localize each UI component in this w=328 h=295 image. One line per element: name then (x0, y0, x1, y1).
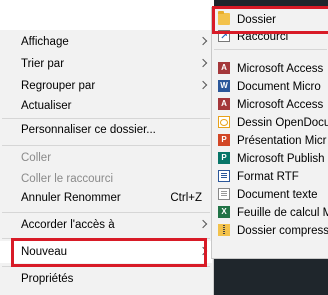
menu-item-coller: Coller (0, 147, 212, 169)
chevron-right-icon (198, 219, 208, 229)
submenu-item-label: Microsoft Access (237, 62, 324, 75)
submenu-item-access-1[interactable]: A Microsoft Access (212, 60, 328, 77)
submenu-item-access-2[interactable]: A Microsoft Access (212, 96, 328, 113)
menu-item-personnaliser[interactable]: Personnaliser ce dossier... (0, 119, 212, 141)
submenu-item-label: Microsoft Access (237, 98, 324, 111)
menu-item-label: Actualiser (21, 100, 72, 112)
submenu-item-label: Dessin OpenDocu (237, 116, 328, 129)
menu-item-label: Regrouper par (21, 80, 96, 92)
menu-item-regrouper-par[interactable]: Regrouper par (0, 75, 212, 97)
zip-folder-icon (218, 224, 230, 236)
submenu-item-publisher[interactable]: P Microsoft Publish (212, 150, 328, 167)
menu-item-actualiser[interactable]: Actualiser (0, 95, 212, 117)
menu-separator (2, 212, 210, 213)
submenu-item-powerpoint[interactable]: P Présentation Micr (212, 132, 328, 149)
access-icon: A (218, 62, 230, 74)
menu-top-band (0, 0, 214, 30)
submenu-item-excel[interactable]: X Feuille de calcul M (212, 204, 328, 221)
menu-item-label: Propriétés (21, 273, 74, 285)
submenu-item-text-document[interactable]: Document texte (212, 186, 328, 203)
submenu-item-rtf[interactable]: Format RTF (212, 168, 328, 185)
highlight-box-dossier (212, 6, 328, 34)
rtf-icon (218, 170, 230, 182)
submenu-item-label: Feuille de calcul M (237, 206, 328, 219)
chevron-right-icon (198, 36, 208, 46)
excel-icon: X (218, 206, 230, 218)
menu-item-proprietes[interactable]: Propriétés (0, 268, 212, 290)
menu-separator (2, 145, 210, 146)
submenu-item-label: Document texte (237, 188, 318, 201)
highlight-box-nouveau (11, 238, 207, 267)
access-icon: A (218, 98, 230, 110)
submenu-item-label: Présentation Micr (237, 134, 327, 147)
new-submenu: Dossier Raccourci A Microsoft Access W D… (211, 7, 328, 259)
submenu-item-opendocument-drawing[interactable]: Dessin OpenDocu (212, 114, 328, 131)
menu-item-shortcut: Ctrl+Z (170, 192, 202, 204)
publisher-icon: P (218, 152, 230, 164)
powerpoint-icon: P (218, 134, 230, 146)
menu-item-label: Accorder l'accès à (21, 219, 115, 231)
submenu-item-label: Microsoft Publish (237, 152, 325, 165)
submenu-item-label: Format RTF (237, 170, 299, 183)
menu-item-label: Coller (21, 152, 52, 164)
submenu-item-word[interactable]: W Document Micro (212, 78, 328, 95)
menu-item-trier-par[interactable]: Trier par (0, 53, 212, 75)
submenu-item-label: Document Micro (237, 80, 321, 93)
menu-item-label: Trier par (21, 58, 65, 70)
menu-item-label: Annuler Renommer (21, 192, 121, 204)
menu-item-accorder-acces[interactable]: Accorder l'accès à (0, 214, 212, 236)
chevron-right-icon (198, 80, 208, 90)
menu-item-annuler-renommer[interactable]: Annuler Renommer Ctrl+Z (0, 187, 212, 209)
menu-item-label: Personnaliser ce dossier... (21, 124, 156, 136)
opendocument-drawing-icon (218, 116, 230, 128)
submenu-separator (214, 49, 327, 50)
text-document-icon (218, 188, 230, 200)
word-icon: W (218, 80, 230, 92)
chevron-right-icon (198, 58, 208, 68)
submenu-item-zip-folder[interactable]: Dossier compress (212, 222, 328, 239)
submenu-item-label: Dossier compress (237, 224, 328, 237)
menu-item-label: Coller le raccourci (21, 173, 114, 185)
menu-item-label: Affichage (21, 36, 69, 48)
menu-item-affichage[interactable]: Affichage (0, 31, 212, 53)
